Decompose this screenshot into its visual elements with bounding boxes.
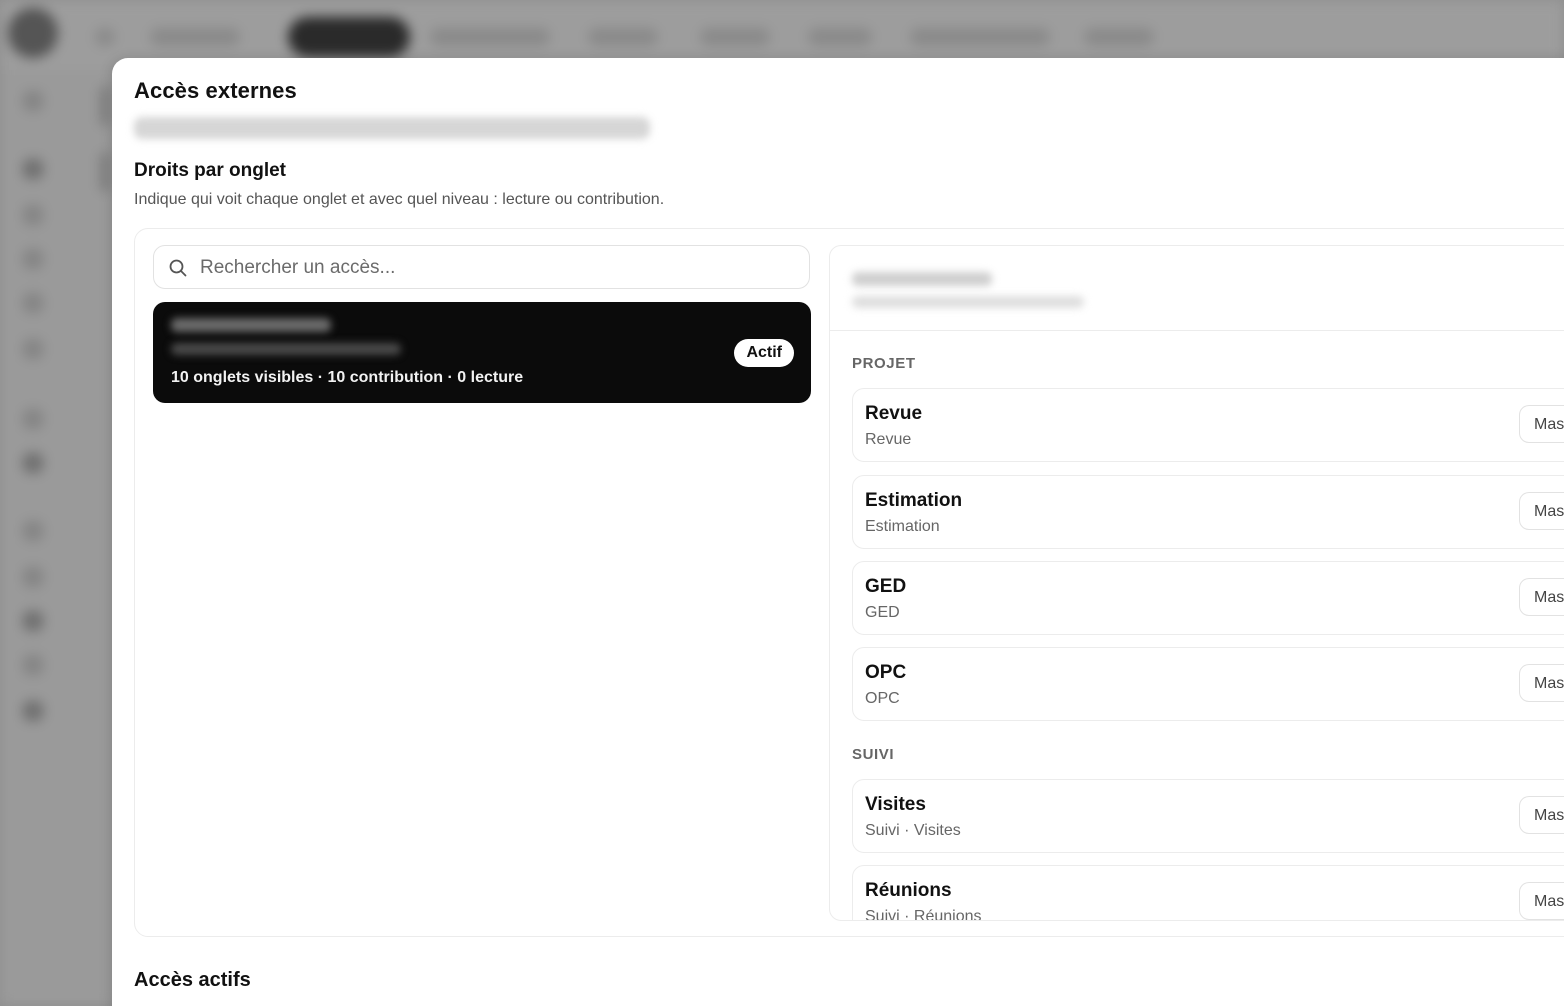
- background-sidebar-icon: [22, 292, 44, 314]
- access-list-item[interactable]: 10 onglets visibles · 10 contribution · …: [153, 302, 811, 403]
- background-tab: [910, 28, 1050, 46]
- tab-right-row-opc: OPC OPC Mas: [852, 647, 1564, 721]
- access-name-redacted: [171, 318, 331, 332]
- background-sidebar-icon: [22, 90, 44, 112]
- tab-right-row-visites: Visites Suivi · Visites Mas: [852, 779, 1564, 853]
- tab-right-subtitle: GED: [865, 604, 900, 621]
- access-level-select[interactable]: Mas: [1519, 492, 1564, 530]
- search-input[interactable]: [198, 246, 802, 290]
- background-sidebar-icon: [22, 610, 44, 632]
- detail-email-redacted: [852, 296, 1084, 308]
- access-level-select[interactable]: Mas: [1519, 405, 1564, 443]
- tab-right-row-estimation: Estimation Estimation Mas: [852, 475, 1564, 549]
- modal-subtitle-redacted: [134, 117, 650, 139]
- active-access-title: Accès actifs: [134, 969, 251, 991]
- background-tab: [808, 28, 872, 46]
- tab-right-subtitle: Suivi · Visites: [865, 822, 961, 839]
- tab-right-subtitle: OPC: [865, 690, 900, 707]
- rights-section-title: Droits par onglet: [134, 160, 287, 181]
- background-tab: [700, 28, 770, 46]
- access-email-redacted: [171, 343, 401, 355]
- access-level-select[interactable]: Mas: [1519, 882, 1564, 920]
- access-level-select[interactable]: Mas: [1519, 664, 1564, 702]
- access-detail-panel: PROJET Revue Revue Mas Estimation Estima…: [829, 245, 1564, 921]
- background-sidebar-icon: [22, 700, 44, 722]
- background-sidebar-strip: [100, 86, 110, 126]
- tab-right-subtitle: Revue: [865, 431, 912, 448]
- tab-right-title: Estimation: [865, 490, 963, 511]
- tab-right-title: GED: [865, 576, 907, 597]
- background-sidebar-icon: [22, 654, 44, 676]
- background-sidebar-icon: [22, 452, 44, 474]
- tab-right-title: OPC: [865, 662, 907, 683]
- access-stats: 10 onglets visibles · 10 contribution · …: [171, 369, 524, 386]
- access-detail-header: [830, 246, 1564, 331]
- background-sidebar-strip: [100, 152, 110, 192]
- search-icon: [169, 259, 187, 277]
- background-avatar: [8, 8, 58, 58]
- background-sidebar-icon: [22, 204, 44, 226]
- rights-panel: 10 onglets visibles · 10 contribution · …: [134, 228, 1564, 937]
- access-level-select[interactable]: Mas: [1519, 578, 1564, 616]
- search-box: [153, 245, 810, 290]
- background-tab: [588, 28, 658, 46]
- background-sidebar-icon: [22, 338, 44, 360]
- background-tab: [95, 28, 115, 46]
- tab-right-title: Visites: [865, 794, 926, 815]
- background-sidebar-icon: [22, 520, 44, 542]
- background-sidebar-icon: [22, 248, 44, 270]
- tab-right-title: Réunions: [865, 880, 952, 901]
- tab-right-row-reunions: Réunions Suivi · Réunions Mas: [852, 865, 1564, 921]
- tab-right-subtitle: Estimation: [865, 518, 940, 535]
- background-sidebar-icon: [22, 158, 44, 180]
- access-level-select[interactable]: Mas: [1519, 796, 1564, 834]
- background-tab: [1084, 28, 1154, 46]
- background-sidebar-icon: [22, 408, 44, 430]
- background-sidebar-icon: [22, 566, 44, 588]
- background-tab: [150, 28, 240, 46]
- tab-right-subtitle: Suivi · Réunions: [865, 908, 982, 921]
- modal-title: Accès externes: [134, 78, 297, 103]
- detail-name-redacted: [852, 272, 992, 286]
- group-label-suivi: SUIVI: [852, 746, 895, 763]
- rights-section-description: Indique qui voit chaque onglet et avec q…: [134, 191, 665, 208]
- status-badge: Actif: [734, 339, 794, 367]
- background-tab: [430, 28, 550, 46]
- background-tab-active: [288, 17, 410, 57]
- group-label-projet: PROJET: [852, 355, 916, 372]
- tab-right-title: Revue: [865, 403, 923, 424]
- external-access-modal: Accès externes Droits par onglet Indique…: [112, 58, 1564, 1006]
- tab-right-row-ged: GED GED Mas: [852, 561, 1564, 635]
- tab-right-row-revue: Revue Revue Mas: [852, 388, 1564, 462]
